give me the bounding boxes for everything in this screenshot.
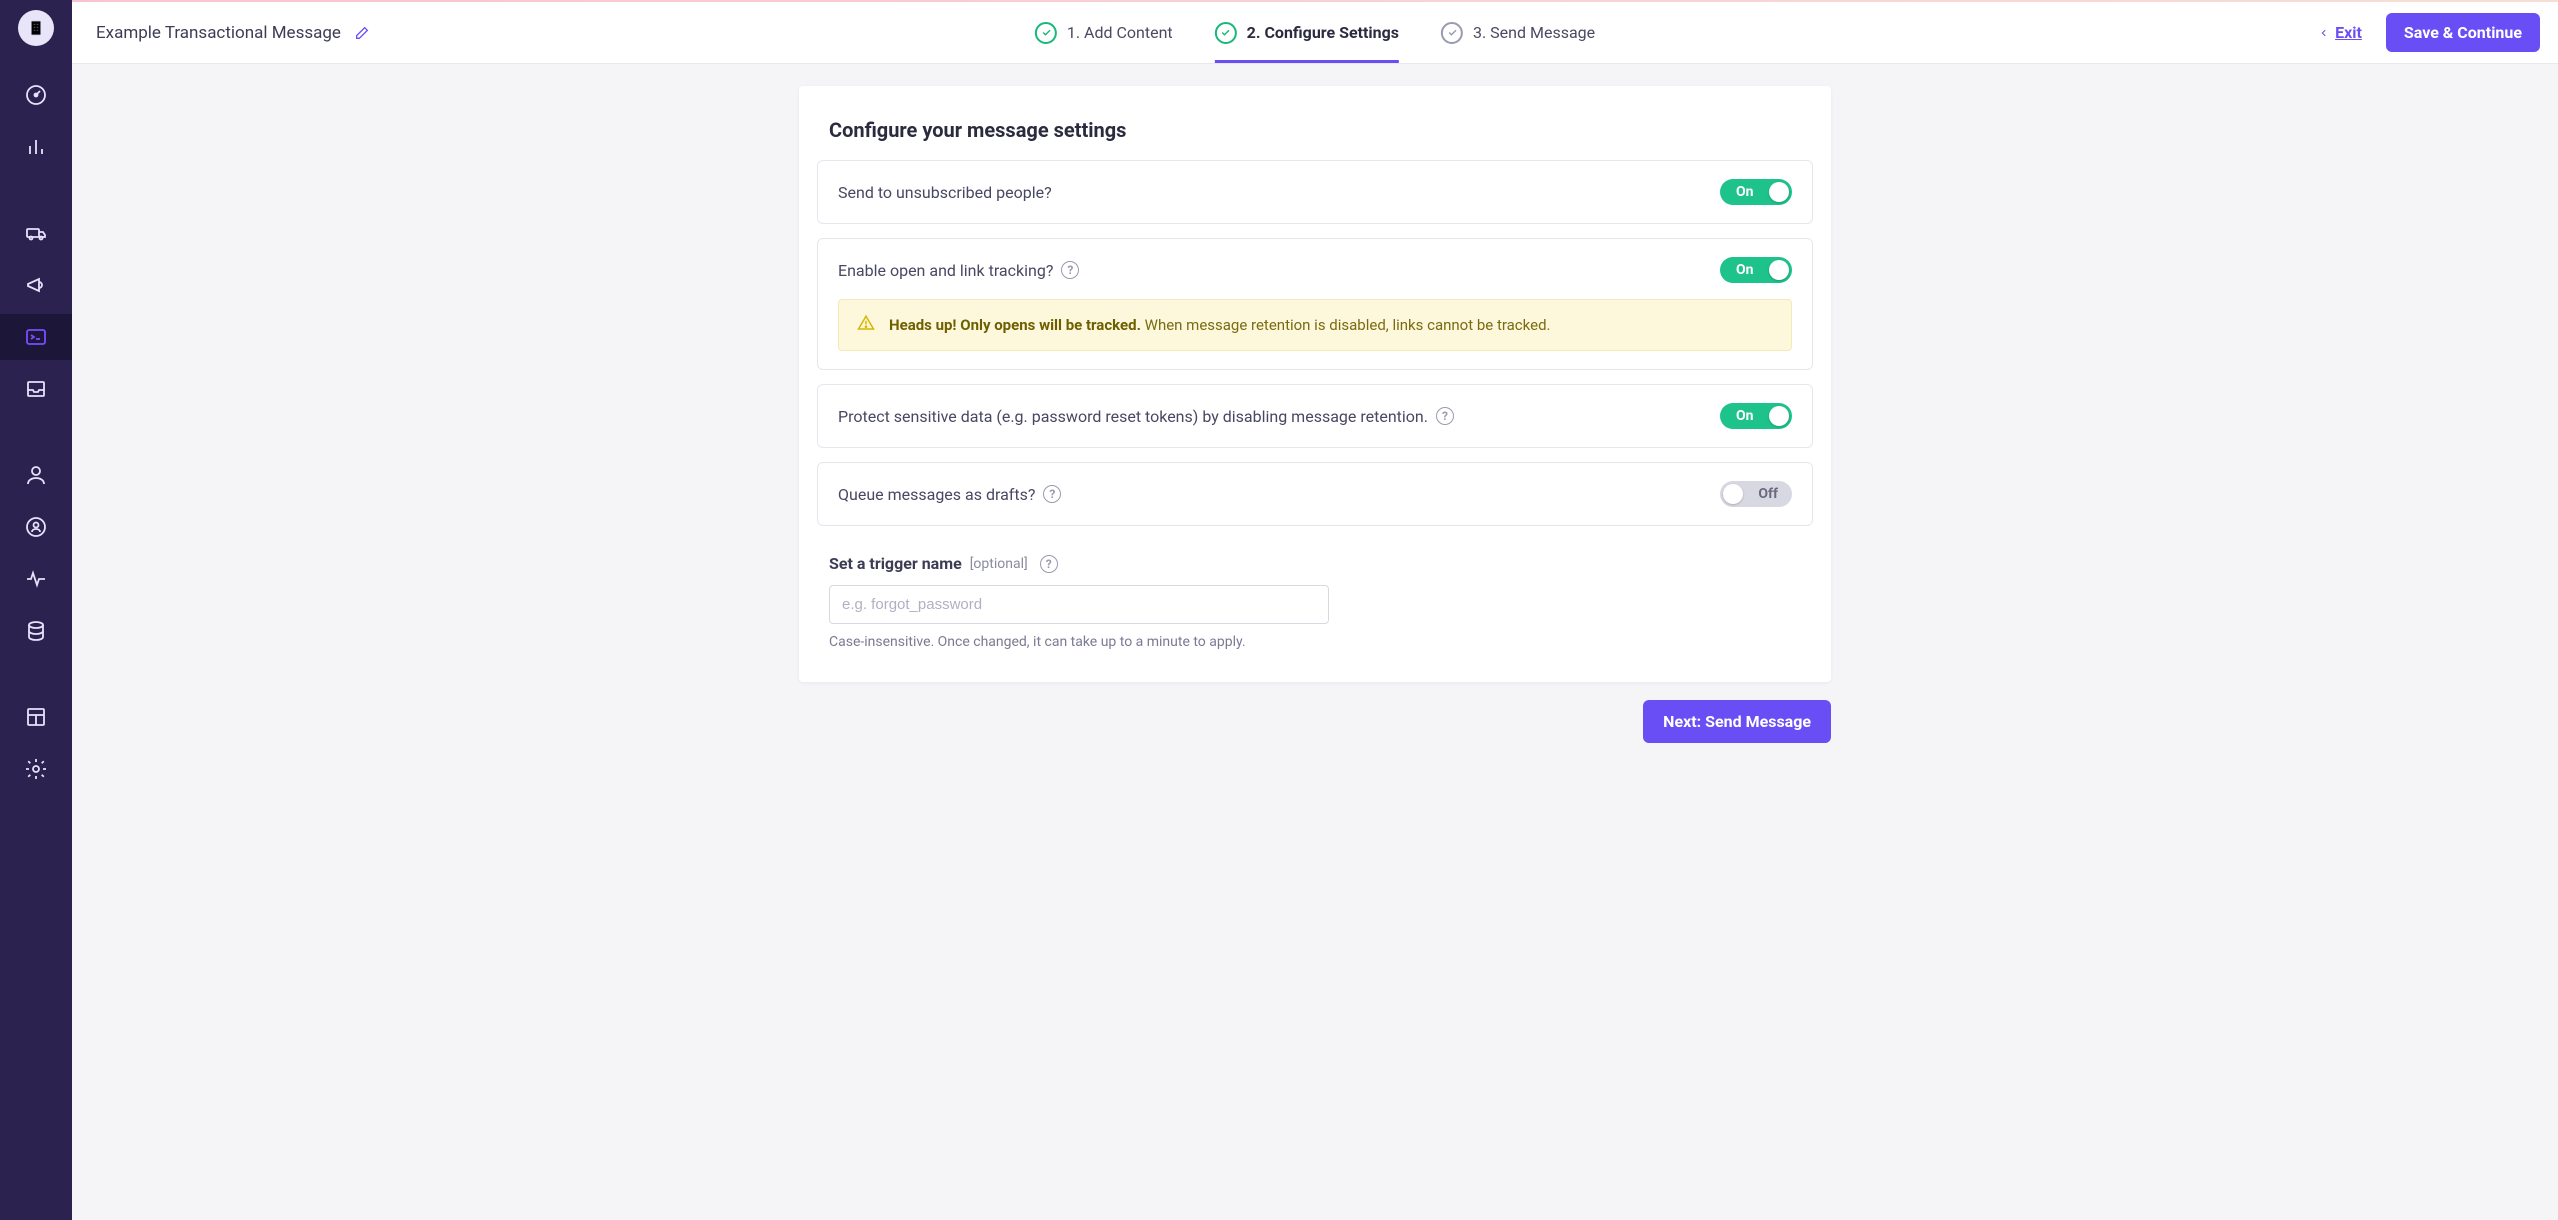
toggle-state-label: On <box>1736 262 1754 278</box>
toggle-knob <box>1723 484 1743 504</box>
help-icon[interactable]: ? <box>1043 485 1061 503</box>
nav-data[interactable] <box>0 608 72 654</box>
exit-link[interactable]: Exit <box>2319 23 2362 42</box>
page-title-wrap: Example Transactional Message <box>96 22 373 44</box>
nav-transactional[interactable] <box>0 314 72 360</box>
setting-label: Queue messages as drafts? ? <box>838 485 1061 504</box>
toggle-knob <box>1769 406 1789 426</box>
toggle-state-label: On <box>1736 408 1754 424</box>
bar-chart-icon <box>24 135 48 159</box>
inbox-icon <box>24 377 48 401</box>
check-circle-icon <box>1215 22 1237 44</box>
step-label: 1. Add Content <box>1067 23 1173 42</box>
toggle-tracking[interactable]: On <box>1720 257 1792 283</box>
content-area: Configure your message settings Send to … <box>72 64 2558 1220</box>
setting-retention: Protect sensitive data (e.g. password re… <box>817 384 1813 448</box>
nav-settings[interactable] <box>0 746 72 792</box>
toggle-retention[interactable]: On <box>1720 403 1792 429</box>
panel-heading: Configure your message settings <box>829 118 1813 142</box>
help-icon[interactable]: ? <box>1436 407 1454 425</box>
next-send-message-button[interactable]: Next: Send Message <box>1643 700 1831 743</box>
chevron-left-icon <box>2319 26 2329 40</box>
gear-icon <box>24 757 48 781</box>
warning-icon <box>857 314 875 336</box>
nav-journeys[interactable] <box>0 210 72 256</box>
nav-campaigns[interactable] <box>0 262 72 308</box>
step-send-message[interactable]: 3. Send Message <box>1441 2 1595 63</box>
nav-content[interactable] <box>0 694 72 740</box>
trigger-hint: Case-insensitive. Once changed, it can t… <box>829 634 1813 650</box>
nav-segments[interactable] <box>0 504 72 550</box>
target-person-icon <box>24 515 48 539</box>
person-icon <box>24 463 48 487</box>
sidebar <box>0 0 72 1220</box>
main-column: Example Transactional Message 1. Add Con… <box>72 0 2558 1220</box>
help-icon[interactable]: ? <box>1061 261 1079 279</box>
settings-panel: Configure your message settings Send to … <box>799 86 1831 682</box>
nav-analytics[interactable] <box>0 124 72 170</box>
setting-send-unsubscribed: Send to unsubscribed people? On <box>817 160 1813 224</box>
database-icon <box>24 619 48 643</box>
toggle-state-label: Off <box>1758 486 1778 502</box>
megaphone-icon <box>24 273 48 297</box>
step-configure-settings[interactable]: 2. Configure Settings <box>1215 2 1399 63</box>
header: Example Transactional Message 1. Add Con… <box>72 2 2558 64</box>
trigger-name-input[interactable] <box>829 585 1329 624</box>
trigger-section-label: Set a trigger name [optional] ? <box>829 554 1813 573</box>
check-circle-icon <box>1441 22 1463 44</box>
terminal-icon <box>24 325 48 349</box>
toggle-knob <box>1769 260 1789 280</box>
gauge-icon <box>24 83 48 107</box>
building-icon <box>27 19 45 37</box>
setting-tracking: Enable open and link tracking? ? On Head… <box>817 238 1813 370</box>
tracking-warning: Heads up! Only opens will be tracked. Wh… <box>838 299 1792 351</box>
setting-label: Protect sensitive data (e.g. password re… <box>838 407 1454 426</box>
edit-title-button[interactable] <box>351 22 373 44</box>
step-label: 2. Configure Settings <box>1247 23 1399 42</box>
toggle-state-label: On <box>1736 184 1754 200</box>
alert-strong: Heads up! Only opens will be tracked. <box>889 316 1141 334</box>
nav-dashboard[interactable] <box>0 72 72 118</box>
step-add-content[interactable]: 1. Add Content <box>1035 2 1173 63</box>
toggle-drafts[interactable]: Off <box>1720 481 1792 507</box>
pencil-icon <box>354 25 370 41</box>
nav-inbox[interactable] <box>0 366 72 412</box>
page-title: Example Transactional Message <box>96 23 341 43</box>
toggle-send-unsubscribed[interactable]: On <box>1720 179 1792 205</box>
nav-activity[interactable] <box>0 556 72 602</box>
wizard-steps: 1. Add Content 2. Configure Settings 3. … <box>1035 2 1595 63</box>
nav-people[interactable] <box>0 452 72 498</box>
org-avatar[interactable] <box>18 10 54 46</box>
exit-label: Exit <box>2335 23 2362 42</box>
setting-label: Enable open and link tracking? ? <box>838 261 1079 280</box>
optional-tag: [optional] <box>970 556 1028 572</box>
help-icon[interactable]: ? <box>1040 555 1058 573</box>
setting-label: Send to unsubscribed people? <box>838 183 1052 202</box>
step-label: 3. Send Message <box>1473 23 1595 42</box>
truck-icon <box>24 221 48 245</box>
save-continue-button[interactable]: Save & Continue <box>2386 13 2540 52</box>
pulse-icon <box>24 567 48 591</box>
alert-text: When message retention is disabled, link… <box>1141 316 1551 334</box>
layout-icon <box>24 705 48 729</box>
check-circle-icon <box>1035 22 1057 44</box>
toggle-knob <box>1769 182 1789 202</box>
setting-drafts: Queue messages as drafts? ? Off <box>817 462 1813 526</box>
